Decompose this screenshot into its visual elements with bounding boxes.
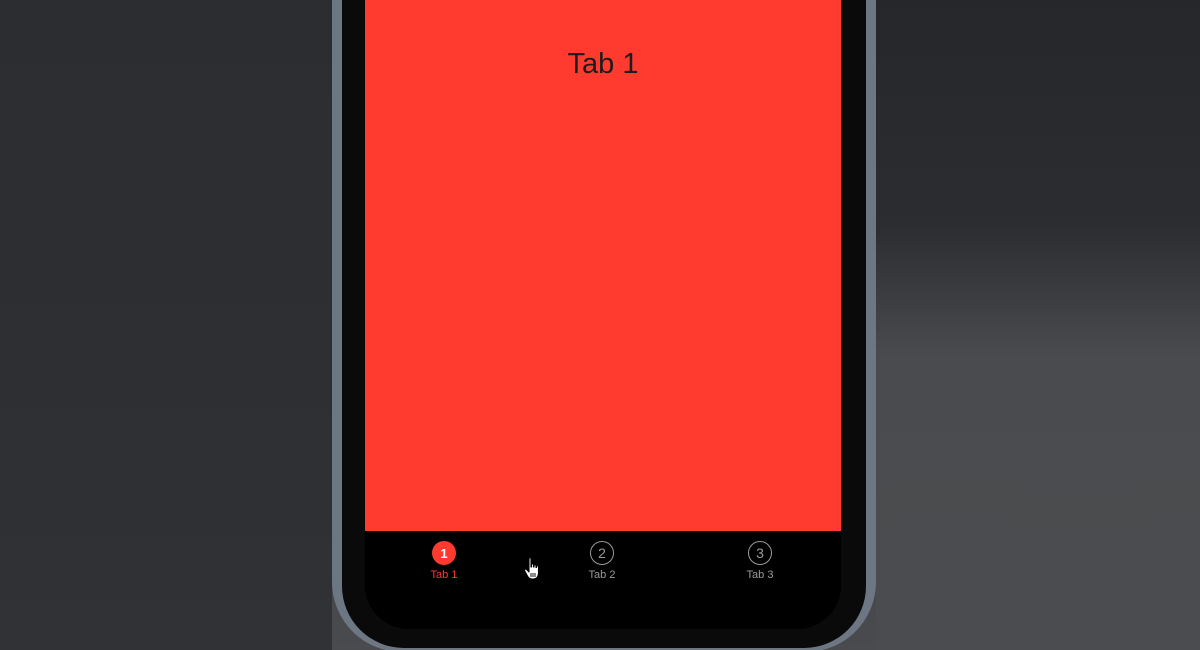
number-3-circle-icon: 3: [748, 541, 772, 565]
number-1-circle-icon: 1: [432, 541, 456, 565]
phone-screen: Tab 1 1 Tab 1 2 Tab 2 3 Tab 3: [365, 0, 841, 629]
tab-2[interactable]: 2 Tab 2: [562, 541, 642, 581]
tab-content: Tab 1: [365, 0, 841, 531]
phone-bezel: Tab 1 1 Tab 1 2 Tab 2 3 Tab 3: [342, 0, 866, 648]
tab-1-label: Tab 1: [430, 569, 458, 581]
phone-frame: Tab 1 1 Tab 1 2 Tab 2 3 Tab 3: [332, 0, 876, 650]
tab-bar: 1 Tab 1 2 Tab 2 3 Tab 3: [365, 531, 841, 629]
tab-3-label: Tab 3: [746, 569, 774, 581]
tab-1[interactable]: 1 Tab 1: [404, 541, 484, 581]
tab-2-label: Tab 2: [588, 569, 616, 581]
background-right: [876, 0, 1200, 650]
background-left: [0, 0, 332, 650]
content-title: Tab 1: [567, 48, 639, 80]
number-2-circle-icon: 2: [590, 541, 614, 565]
tab-3[interactable]: 3 Tab 3: [720, 541, 800, 581]
hand-pointer-icon: [523, 557, 540, 580]
